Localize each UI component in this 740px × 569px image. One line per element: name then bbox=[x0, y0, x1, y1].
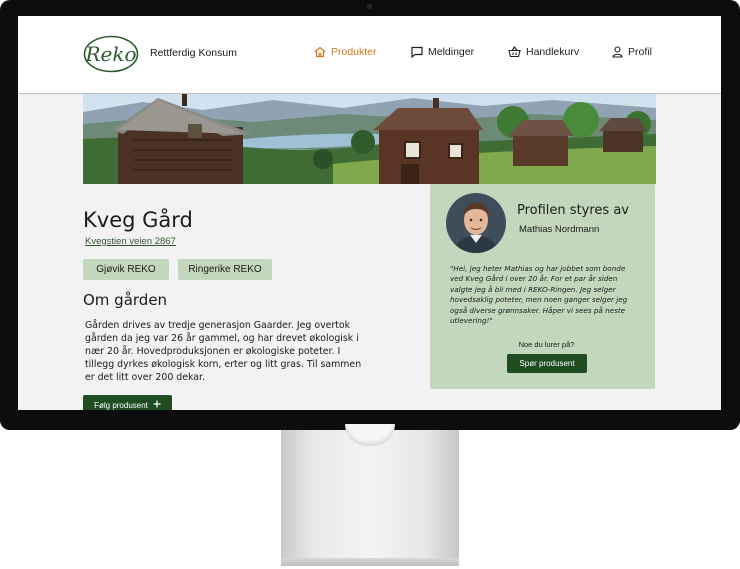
producer-profile-card: Profilen styres av Mathias Nordmann "Hei… bbox=[430, 184, 655, 389]
basket-icon bbox=[508, 46, 521, 58]
farm-address-link[interactable]: Kvegstien veien 2867 bbox=[85, 236, 176, 247]
plus-icon bbox=[153, 400, 161, 410]
producer-avatar bbox=[446, 193, 506, 253]
home-icon bbox=[314, 46, 326, 58]
nav-label: Meldinger bbox=[428, 46, 475, 58]
nav-produkter[interactable]: Produkter bbox=[314, 46, 377, 58]
nav-handlekurv[interactable]: Handlekurv bbox=[508, 46, 579, 58]
user-icon bbox=[612, 46, 623, 58]
camera-dot bbox=[367, 4, 372, 9]
svg-text:Reko: Reko bbox=[84, 42, 136, 66]
producer-quote: "Hei, jeg heter Mathias og har jobbet so… bbox=[450, 264, 628, 326]
about-paragraph: Gården drives av tredje generasjon Gaard… bbox=[85, 320, 362, 383]
reko-ring-tag-gjovik[interactable]: Gjøvik REKO bbox=[83, 259, 169, 280]
profile-managed-by-title: Profilen styres av bbox=[517, 203, 629, 218]
nav-profil[interactable]: Profil bbox=[612, 46, 652, 58]
stand-base bbox=[281, 558, 459, 566]
top-navbar: Reko Rettferdig Konsum Produkter Melding… bbox=[18, 16, 721, 94]
monitor-stand bbox=[281, 424, 459, 566]
farm-name-heading: Kveg Gård bbox=[83, 208, 193, 232]
nav-label: Profil bbox=[628, 46, 652, 58]
message-icon bbox=[411, 46, 423, 58]
about-heading: Om gården bbox=[83, 291, 168, 309]
producer-name: Mathias Nordmann bbox=[519, 224, 600, 235]
monitor-frame: Reko Rettferdig Konsum Produkter Melding… bbox=[0, 0, 740, 430]
farm-hero-image bbox=[83, 94, 656, 184]
brand-name: Rettferdig Konsum bbox=[150, 47, 237, 59]
stand-cable-hole bbox=[345, 424, 395, 446]
nav-label: Handlekurv bbox=[526, 46, 580, 58]
reko-ring-tag-ringerike[interactable]: Ringerike REKO bbox=[178, 259, 272, 280]
follow-producer-button[interactable]: Følg produsent bbox=[83, 395, 172, 410]
nav-label: Produkter bbox=[331, 46, 377, 58]
ask-producer-button[interactable]: Spør produsent bbox=[507, 354, 587, 373]
reko-logo[interactable]: Reko bbox=[83, 35, 139, 73]
follow-button-label: Følg produsent bbox=[94, 400, 148, 410]
screen: Reko Rettferdig Konsum Produkter Melding… bbox=[18, 16, 721, 410]
question-prompt: Noe du lurer på? bbox=[518, 340, 575, 349]
nav-meldinger[interactable]: Meldinger bbox=[411, 46, 474, 58]
